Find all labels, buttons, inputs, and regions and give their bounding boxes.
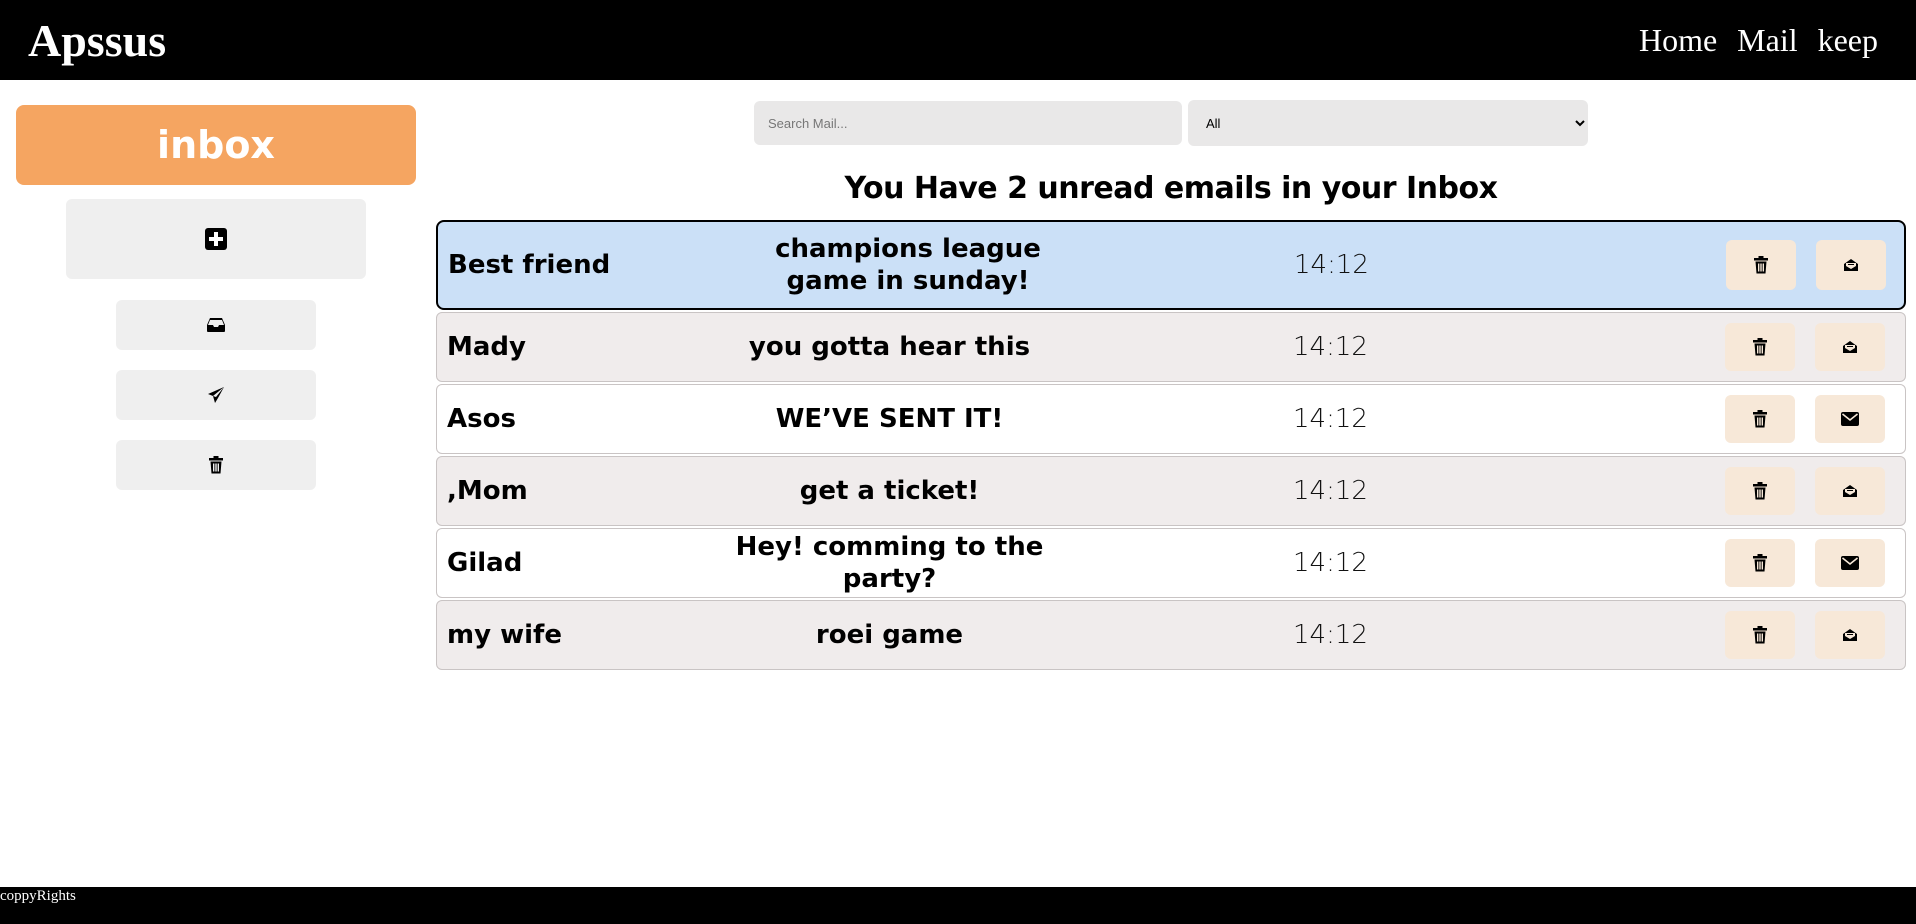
sidebar-item-sent[interactable]	[116, 370, 316, 420]
mail-from: my wife	[447, 620, 562, 650]
trash-icon	[1752, 554, 1768, 572]
mail-list: Best friend champions league game in sun…	[436, 220, 1906, 672]
sidebar-item-inbox[interactable]	[116, 300, 316, 350]
mail-row[interactable]: Best friend champions league game in sun…	[436, 220, 1906, 310]
unread-count-heading: You Have 2 unread emails in your Inbox	[844, 171, 1498, 206]
mail-row[interactable]: ,Mom get a ticket! 14:12	[436, 456, 1906, 526]
mail-time: 14:12	[1293, 548, 1368, 578]
trash-icon	[1752, 626, 1768, 644]
toggle-read-button[interactable]	[1815, 611, 1885, 659]
nav-home-link[interactable]: Home	[1639, 20, 1717, 60]
mail-subject: get a ticket!	[799, 476, 980, 506]
nav-mail-link[interactable]: Mail	[1737, 20, 1797, 60]
toggle-read-button[interactable]	[1815, 395, 1885, 443]
trash-icon	[1752, 410, 1768, 428]
trash-icon	[1752, 482, 1768, 500]
envelope-icon	[1841, 412, 1859, 426]
trash-icon	[1752, 338, 1768, 356]
mail-subject: WE’VE SENT IT!	[775, 404, 1004, 434]
nav-keep-link[interactable]: keep	[1818, 20, 1878, 60]
mail-row[interactable]: Gilad Hey! comming to the party? 14:12	[436, 528, 1906, 598]
mail-subject: champions league game in sunday!	[775, 234, 1041, 296]
mail-subject: you gotta hear this	[748, 332, 1031, 362]
mail-time: 14:12	[1293, 332, 1368, 362]
envelope-open-icon	[1842, 340, 1858, 354]
mail-from: Asos	[447, 404, 516, 434]
mail-row[interactable]: Asos WE’VE SENT IT! 14:12	[436, 384, 1906, 454]
app-logo[interactable]: Apssus	[28, 14, 166, 68]
mail-row[interactable]: my wife roei game 14:12	[436, 600, 1906, 670]
compose-button[interactable]	[66, 199, 366, 279]
mail-from: ,Mom	[447, 476, 528, 506]
mail-subject: roei game	[815, 620, 964, 650]
mail-time: 14:12	[1294, 250, 1369, 280]
paper-plane-icon	[207, 386, 225, 404]
mail-time: 14:12	[1293, 404, 1368, 434]
footer: coppyRights	[0, 887, 1916, 924]
envelope-open-icon	[1843, 258, 1859, 272]
trash-icon	[1753, 256, 1769, 274]
toggle-read-button[interactable]	[1815, 467, 1885, 515]
plus-square-icon	[205, 228, 227, 250]
delete-mail-button[interactable]	[1726, 240, 1796, 290]
folder-title: inbox	[16, 105, 416, 185]
inbox-tray-icon	[206, 317, 226, 333]
main-nav: Home Mail keep	[1639, 20, 1878, 60]
filter-select[interactable]: All	[1188, 100, 1588, 146]
mail-time: 14:12	[1293, 476, 1368, 506]
toggle-read-button[interactable]	[1815, 323, 1885, 371]
mail-subject: Hey! comming to the party?	[735, 532, 1044, 594]
delete-mail-button[interactable]	[1725, 611, 1795, 659]
mail-from: Gilad	[447, 548, 523, 578]
top-navbar: Apssus Home Mail keep	[0, 0, 1916, 80]
toggle-read-button[interactable]	[1815, 539, 1885, 587]
footer-copyright: coppyRights	[0, 888, 76, 904]
delete-mail-button[interactable]	[1725, 467, 1795, 515]
toggle-read-button[interactable]	[1816, 240, 1886, 290]
sidebar-item-trash[interactable]	[116, 440, 316, 490]
mail-from: Mady	[447, 332, 526, 362]
envelope-open-icon	[1842, 628, 1858, 642]
mail-row[interactable]: Mady you gotta hear this 14:12	[436, 312, 1906, 382]
envelope-icon	[1841, 556, 1859, 570]
mail-time: 14:12	[1293, 620, 1368, 650]
envelope-open-icon	[1842, 484, 1858, 498]
trash-icon	[208, 456, 224, 474]
delete-mail-button[interactable]	[1725, 395, 1795, 443]
delete-mail-button[interactable]	[1725, 539, 1795, 587]
delete-mail-button[interactable]	[1725, 323, 1795, 371]
mail-from: Best friend	[448, 250, 611, 280]
search-input[interactable]	[754, 101, 1182, 145]
